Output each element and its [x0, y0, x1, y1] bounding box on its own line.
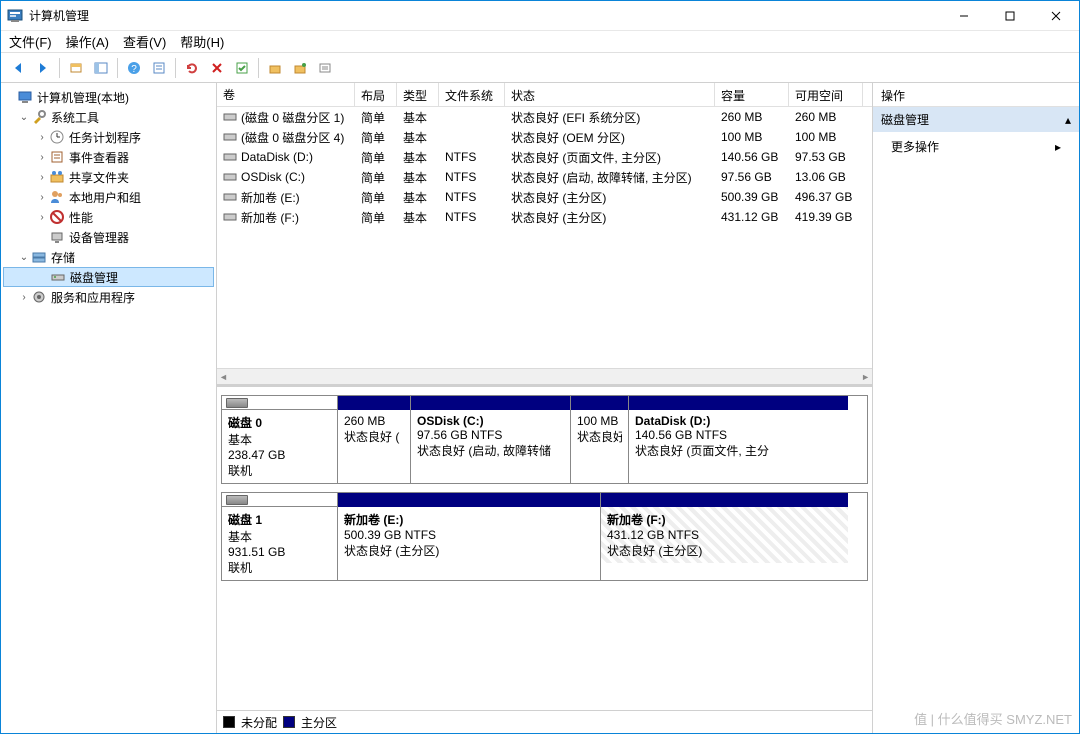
users-icon [49, 189, 65, 205]
col-volume[interactable]: 卷 [217, 83, 355, 106]
expand-icon[interactable]: › [35, 172, 49, 183]
tree-performance[interactable]: ›性能 [3, 207, 214, 227]
properties-button[interactable] [148, 57, 170, 79]
tree-event-viewer[interactable]: ›事件查看器 [3, 147, 214, 167]
settings-button[interactable] [314, 57, 336, 79]
volume-row[interactable]: OSDisk (C:)简单基本NTFS状态良好 (启动, 故障转储, 主分区)9… [217, 167, 872, 187]
tree-system-tools[interactable]: ⌄ 系统工具 [3, 107, 214, 127]
partition[interactable]: OSDisk (C:)97.56 GB NTFS状态良好 (启动, 故障转储 [410, 396, 570, 483]
show-hide-tree-button[interactable] [90, 57, 112, 79]
disk-0[interactable]: 磁盘 0 基本 238.47 GB 联机 260 MB状态良好 (OSDisk … [221, 395, 868, 484]
tree-disk-management[interactable]: 磁盘管理 [3, 267, 214, 287]
menu-help[interactable]: 帮助(H) [180, 32, 224, 51]
toolbar: ? [1, 53, 1079, 83]
actions-more[interactable]: 更多操作 ▸ [873, 132, 1079, 161]
forward-button[interactable] [32, 57, 54, 79]
actions-header: 操作 [873, 83, 1079, 107]
col-free[interactable]: 可用空间 [789, 83, 863, 106]
tools-icon [31, 109, 47, 125]
performance-icon [49, 209, 65, 225]
tree-storage[interactable]: ⌄ 存储 [3, 247, 214, 267]
volume-list-header: 卷 布局 类型 文件系统 状态 容量 可用空间 [217, 83, 872, 107]
col-capacity[interactable]: 容量 [715, 83, 789, 106]
menu-view[interactable]: 查看(V) [123, 32, 166, 51]
disk-icon [226, 398, 248, 408]
disk-icon [226, 495, 248, 505]
titlebar: 计算机管理 [1, 1, 1079, 31]
partition[interactable]: DataDisk (D:)140.56 GB NTFS状态良好 (页面文件, 主… [628, 396, 848, 483]
hscrollbar[interactable]: ◄► [217, 368, 872, 384]
volume-row[interactable]: (磁盘 0 磁盘分区 4)简单基本状态良好 (OEM 分区)100 MB100 … [217, 127, 872, 147]
menu-action[interactable]: 操作(A) [66, 32, 109, 51]
action2-button[interactable] [289, 57, 311, 79]
chevron-right-icon: ▸ [1055, 140, 1061, 154]
collapse-icon[interactable]: ⌄ [17, 252, 31, 263]
disk-1[interactable]: 磁盘 1 基本 931.51 GB 联机 新加卷 (E:)500.39 GB N… [221, 492, 868, 581]
col-type[interactable]: 类型 [397, 83, 439, 106]
svg-text:?: ? [131, 64, 137, 75]
services-icon [31, 289, 47, 305]
menu-file[interactable]: 文件(F) [9, 32, 52, 51]
back-button[interactable] [7, 57, 29, 79]
col-filesystem[interactable]: 文件系统 [439, 83, 505, 106]
volume-row[interactable]: 新加卷 (F:)简单基本NTFS状态良好 (主分区)431.12 GB419.3… [217, 207, 872, 227]
volume-row[interactable]: 新加卷 (E:)简单基本NTFS状态良好 (主分区)500.39 GB496.3… [217, 187, 872, 207]
actions-pane: 操作 磁盘管理 ▴ 更多操作 ▸ [873, 83, 1079, 733]
volume-row[interactable]: DataDisk (D:)简单基本NTFS状态良好 (页面文件, 主分区)140… [217, 147, 872, 167]
tree-root[interactable]: 计算机管理(本地) [3, 87, 214, 107]
volume-list[interactable]: 卷 布局 类型 文件系统 状态 容量 可用空间 (磁盘 0 磁盘分区 1)简单基… [217, 83, 872, 387]
maximize-button[interactable] [987, 1, 1033, 30]
col-status[interactable]: 状态 [505, 83, 715, 106]
actions-disk-management[interactable]: 磁盘管理 ▴ [873, 107, 1079, 132]
expand-icon[interactable]: › [35, 152, 49, 163]
refresh-button[interactable] [181, 57, 203, 79]
computer-icon [17, 89, 33, 105]
close-button[interactable] [1033, 1, 1079, 30]
storage-icon [31, 249, 47, 265]
expand-icon[interactable]: › [35, 132, 49, 143]
tree-local-users[interactable]: ›本地用户和组 [3, 187, 214, 207]
event-icon [49, 149, 65, 165]
col-layout[interactable]: 布局 [355, 83, 397, 106]
device-icon [49, 229, 65, 245]
tree-device-manager[interactable]: 设备管理器 [3, 227, 214, 247]
disk-layout-view[interactable]: 磁盘 0 基本 238.47 GB 联机 260 MB状态良好 (OSDisk … [217, 387, 872, 711]
help-button[interactable]: ? [123, 57, 145, 79]
swatch-primary [283, 716, 295, 728]
volume-row[interactable]: (磁盘 0 磁盘分区 1)简单基本状态良好 (EFI 系统分区)260 MB26… [217, 107, 872, 127]
action1-button[interactable] [264, 57, 286, 79]
disk-1-header: 磁盘 1 基本 931.51 GB 联机 [222, 493, 338, 580]
clock-icon [49, 129, 65, 145]
collapse-icon: ▴ [1065, 113, 1071, 127]
app-icon [7, 8, 23, 24]
disk-icon [50, 269, 66, 285]
partition[interactable]: 新加卷 (F:)431.12 GB NTFS状态良好 (主分区) [600, 493, 848, 580]
expand-icon[interactable]: › [35, 192, 49, 203]
disk-0-header: 磁盘 0 基本 238.47 GB 联机 [222, 396, 338, 483]
tree-task-scheduler[interactable]: ›任务计划程序 [3, 127, 214, 147]
rescan-button[interactable] [231, 57, 253, 79]
share-icon [49, 169, 65, 185]
up-button[interactable] [65, 57, 87, 79]
tree-shared-folders[interactable]: ›共享文件夹 [3, 167, 214, 187]
partition[interactable]: 100 MB状态良好 [570, 396, 628, 483]
partition[interactable]: 新加卷 (E:)500.39 GB NTFS状态良好 (主分区) [338, 493, 600, 580]
tree-services-apps[interactable]: › 服务和应用程序 [3, 287, 214, 307]
expand-icon[interactable]: › [17, 292, 31, 303]
minimize-button[interactable] [941, 1, 987, 30]
navigation-tree[interactable]: 计算机管理(本地) ⌄ 系统工具 ›任务计划程序 ›事件查看器 [1, 83, 217, 733]
legend: 未分配 主分区 [217, 711, 872, 733]
window-title: 计算机管理 [29, 7, 941, 24]
expand-icon[interactable] [3, 92, 17, 103]
delete-button[interactable] [206, 57, 228, 79]
collapse-icon[interactable]: ⌄ [17, 112, 31, 123]
partition[interactable]: 260 MB状态良好 ( [338, 396, 410, 483]
menubar: 文件(F) 操作(A) 查看(V) 帮助(H) [1, 31, 1079, 53]
expand-icon[interactable]: › [35, 212, 49, 223]
swatch-unallocated [223, 716, 235, 728]
